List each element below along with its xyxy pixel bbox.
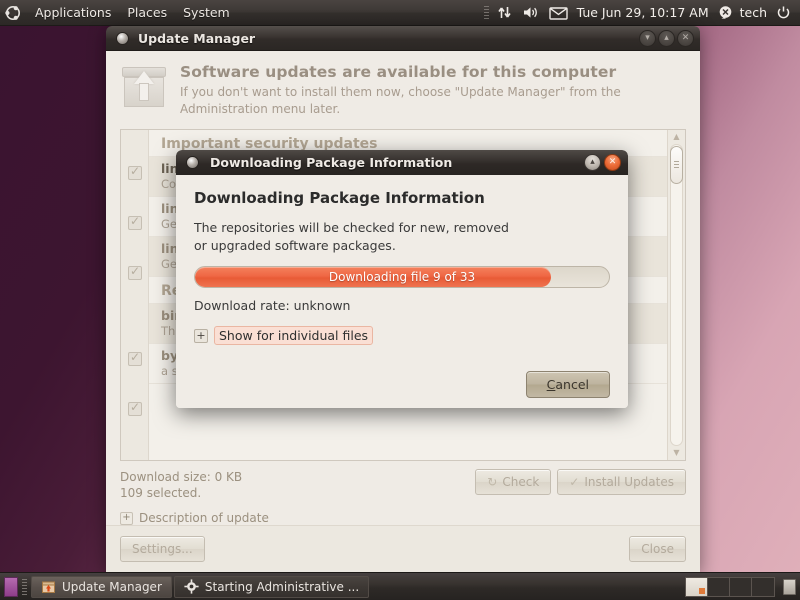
taskbar-label: Update Manager — [62, 579, 162, 594]
package-checkbox[interactable] — [128, 164, 142, 180]
user-status-icon[interactable] — [713, 0, 738, 26]
cancel-button-label: ancel — [555, 377, 589, 392]
clock-label[interactable]: Tue Jun 29, 10:17 AM — [573, 5, 713, 20]
download-progress-bar: Downloading file 9 of 33 — [194, 266, 610, 288]
description-expander-label: Description of update — [139, 511, 269, 525]
check-button[interactable]: ↻ Check — [475, 468, 552, 495]
page-title: Software updates are available for this … — [180, 63, 617, 81]
window-controls: ▾ ▴ ✕ — [639, 29, 700, 47]
window-footer: Settings... Close — [106, 525, 700, 572]
maximize-icon[interactable]: ▴ — [658, 29, 675, 47]
close-button-label: Close — [641, 542, 674, 556]
software-updates-box-icon — [120, 65, 168, 111]
ubuntu-logo-icon[interactable] — [4, 4, 22, 22]
menu-applications[interactable]: Applications — [28, 2, 118, 23]
dialog-title: Downloading Package Information — [210, 155, 453, 170]
package-checkbox[interactable] — [128, 400, 142, 416]
dialog-window-controls: ▴ ✕ — [584, 154, 628, 171]
workspace-1[interactable] — [686, 577, 708, 596]
minimize-icon[interactable]: ▾ — [639, 29, 656, 47]
close-button[interactable]: Close — [629, 536, 686, 562]
bottom-panel: Update Manager Starting Administrative .… — [0, 572, 800, 600]
install-updates-label: Install Updates — [584, 474, 674, 489]
workspace-switcher[interactable] — [685, 576, 775, 597]
update-manager-titlebar[interactable]: Update Manager ▾ ▴ ✕ — [106, 26, 700, 51]
expander-plus-icon[interactable]: + — [120, 511, 133, 525]
status-row: Download size: 0 KB 109 selected. ↻ Chec… — [106, 461, 700, 501]
trash-icon[interactable] — [783, 578, 796, 595]
scroll-up-arrow-icon[interactable]: ▲ — [673, 132, 679, 142]
dialog-actions: Cancel — [194, 371, 610, 398]
window-menu-icon[interactable] — [186, 156, 199, 169]
bottom-panel-right — [685, 576, 800, 597]
username-label[interactable]: tech — [738, 5, 771, 20]
checkbox-column — [121, 129, 149, 460]
window-menu-icon[interactable] — [116, 31, 129, 45]
window-title: Update Manager — [138, 30, 256, 46]
download-status: Download size: 0 KB 109 selected. — [120, 469, 242, 501]
download-size-label: Download size: 0 KB — [120, 469, 243, 484]
list-scrollbar[interactable]: ▲ ▼ — [667, 129, 685, 460]
scrollbar-track[interactable] — [670, 143, 683, 446]
progress-label: Downloading file 9 of 33 — [328, 270, 476, 284]
workspace-4[interactable] — [752, 577, 774, 596]
panel-grip-icon[interactable] — [22, 578, 27, 595]
package-checkbox[interactable] — [128, 350, 142, 366]
selected-count-label: 109 selected. — [120, 485, 202, 500]
top-panel: Applications Places System Tue Jun 29, 1… — [0, 0, 800, 26]
refresh-icon: ↻ — [487, 474, 498, 489]
individual-files-expander-label[interactable]: Show for individual files — [214, 326, 374, 345]
update-manager-icon — [41, 579, 56, 594]
workspace-2[interactable] — [708, 577, 730, 596]
settings-button[interactable]: Settings... — [120, 536, 205, 562]
settings-button-label: Settings... — [132, 542, 193, 556]
package-checkbox[interactable] — [128, 214, 142, 230]
scroll-down-arrow-icon[interactable]: ▼ — [673, 448, 679, 458]
description-expander[interactable]: + Description of update — [106, 501, 700, 525]
maximize-icon[interactable]: ▴ — [584, 154, 601, 171]
dialog-body: Downloading Package Information The repo… — [176, 175, 628, 408]
update-manager-header: Software updates are available for this … — [106, 51, 700, 127]
mail-envelope-icon[interactable] — [544, 0, 573, 26]
menu-system[interactable]: System — [176, 2, 237, 23]
menu-places[interactable]: Places — [120, 2, 174, 23]
page-subtitle: If you don't want to install them now, c… — [180, 85, 621, 117]
dialog-heading: Downloading Package Information — [194, 189, 485, 207]
install-updates-button[interactable]: ✓ Install Updates — [557, 468, 686, 495]
close-icon[interactable]: ✕ — [604, 154, 621, 171]
top-panel-tray: Tue Jun 29, 10:17 AM tech — [483, 0, 800, 26]
show-desktop-icon[interactable] — [4, 576, 18, 597]
taskbar-item-update-manager[interactable]: Update Manager — [31, 575, 172, 598]
package-checkbox[interactable] — [128, 264, 142, 280]
gear-icon — [184, 579, 199, 594]
taskbar-label: Starting Administrative ... — [204, 579, 360, 594]
dialog-text-line1: The repositories will be checked for new… — [194, 220, 509, 235]
taskbar-item-starting-administrative[interactable]: Starting Administrative ... — [173, 575, 370, 598]
individual-files-expander[interactable]: + Show for individual files — [194, 326, 610, 345]
dialog-text-line2: or upgraded software packages. — [194, 237, 396, 253]
power-button-icon[interactable] — [771, 0, 796, 26]
action-buttons: ↻ Check ✓ Install Updates — [475, 468, 686, 495]
workspace-3[interactable] — [730, 577, 752, 596]
check-mark-icon: ✓ — [569, 474, 580, 489]
expander-plus-icon[interactable]: + — [194, 328, 208, 343]
scrollbar-thumb[interactable] — [670, 145, 683, 184]
cancel-button[interactable]: Cancel — [525, 371, 610, 398]
dialog-titlebar[interactable]: Downloading Package Information ▴ ✕ — [176, 150, 628, 175]
downloading-package-information-dialog: Downloading Package Information ▴ ✕ Down… — [176, 150, 628, 408]
download-rate-label: Download rate: unknown — [194, 298, 351, 313]
network-updown-icon[interactable] — [492, 0, 517, 26]
close-icon[interactable]: ✕ — [677, 29, 694, 47]
volume-speaker-icon[interactable] — [517, 0, 544, 26]
check-button-label: Check — [502, 474, 540, 489]
panel-grip-icon[interactable] — [483, 5, 489, 20]
